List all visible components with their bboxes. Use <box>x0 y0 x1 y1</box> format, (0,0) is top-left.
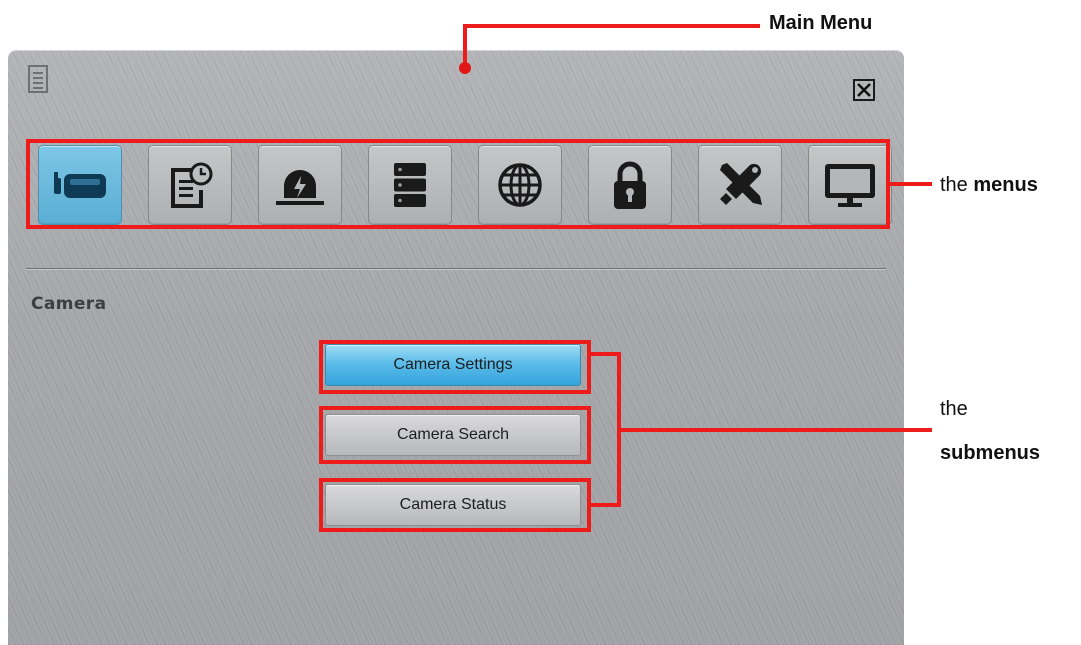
main-menu-callout-dot <box>459 62 471 74</box>
menu-network[interactable] <box>478 145 562 225</box>
menus-callout-bold: menus <box>973 174 1038 196</box>
tools-icon <box>720 163 762 205</box>
camera-search-button[interactable]: Camera Search <box>325 414 581 456</box>
record-schedule-icon <box>171 162 213 208</box>
section-title: Camera <box>31 294 107 314</box>
menus-callout-label: the menus <box>940 174 1038 197</box>
submenus-callout-bold: submenus <box>940 442 1041 464</box>
main-menu-callout-line <box>463 24 760 28</box>
menu-camera[interactable] <box>38 145 122 225</box>
close-icon <box>857 83 871 97</box>
menu-display[interactable] <box>808 145 892 225</box>
submenus-callout-prefix: the <box>940 398 968 420</box>
camera-icon <box>54 172 106 198</box>
security-lock-icon <box>614 161 646 209</box>
section-divider <box>26 268 886 269</box>
menu-security[interactable] <box>588 145 672 225</box>
menu-icon-row <box>38 145 898 225</box>
display-monitor-icon <box>825 164 875 207</box>
menu-storage[interactable] <box>368 145 452 225</box>
main-menu-window: Camera Camera Settings Camera Search Cam… <box>8 50 904 645</box>
menu-alarm-event[interactable] <box>258 145 342 225</box>
camera-settings-button[interactable]: Camera Settings <box>325 344 581 386</box>
close-button[interactable] <box>853 79 875 101</box>
camera-status-button[interactable]: Camera Status <box>325 484 581 526</box>
alarm-event-icon <box>276 170 324 205</box>
menus-callout-prefix: the <box>940 174 974 196</box>
main-menu-callout-label: Main Menu <box>769 12 873 34</box>
document-list-icon[interactable] <box>28 65 48 95</box>
menu-tools[interactable] <box>698 145 782 225</box>
storage-icon <box>394 163 426 207</box>
menu-record-schedule[interactable] <box>148 145 232 225</box>
network-globe-icon <box>498 163 542 207</box>
